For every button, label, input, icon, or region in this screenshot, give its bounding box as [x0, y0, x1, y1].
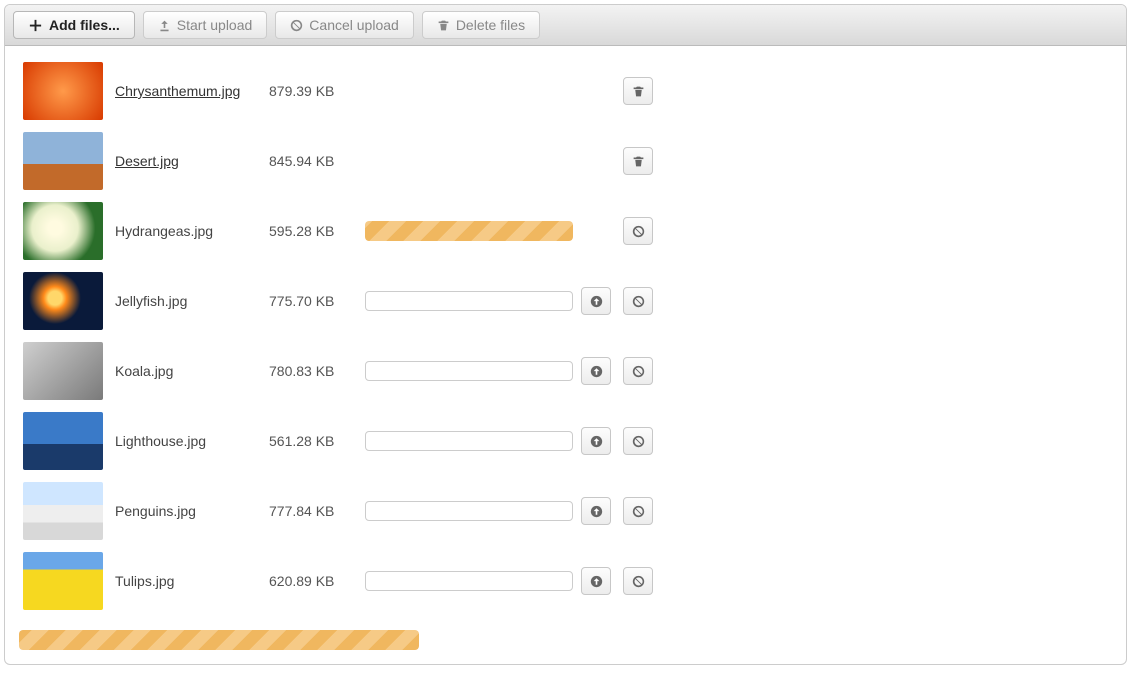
file-progress-bar [365, 361, 573, 381]
file-size: 620.89 KB [269, 573, 334, 589]
start-upload-label: Start upload [177, 17, 253, 33]
trash-icon [632, 155, 645, 168]
file-progress-bar [365, 571, 573, 591]
file-progress-bar [365, 501, 573, 521]
upload-panel: Add files... Start upload Cancel upload … [4, 4, 1127, 665]
toolbar: Add files... Start upload Cancel upload … [5, 5, 1126, 46]
trash-icon [632, 85, 645, 98]
file-cancel-button[interactable] [623, 567, 653, 595]
delete-files-label: Delete files [456, 17, 525, 33]
upload-icon [158, 19, 171, 32]
file-table: Chrysanthemum.jpg 879.39 KB Desert.jpg 845.… [19, 56, 661, 616]
file-start-button[interactable] [581, 357, 611, 385]
cancel-icon [632, 365, 645, 378]
file-cancel-button[interactable] [623, 427, 653, 455]
file-delete-button[interactable] [623, 147, 653, 175]
file-list-body: Chrysanthemum.jpg 879.39 KB Desert.jpg 845.… [5, 46, 1126, 664]
file-row: Hydrangeas.jpg 595.28 KB [19, 196, 661, 266]
file-row: Lighthouse.jpg 561.28 KB [19, 406, 661, 476]
file-size: 780.83 KB [269, 363, 334, 379]
file-start-button[interactable] [581, 567, 611, 595]
file-name: Lighthouse.jpg [115, 433, 206, 449]
file-row: Penguins.jpg 777.84 KB [19, 476, 661, 546]
file-row: Chrysanthemum.jpg 879.39 KB [19, 56, 661, 126]
file-delete-button[interactable] [623, 77, 653, 105]
arrow-up-circle-icon [590, 365, 603, 378]
file-name: Hydrangeas.jpg [115, 223, 213, 239]
file-thumbnail [23, 272, 103, 330]
trash-icon [437, 19, 450, 32]
file-start-button[interactable] [581, 287, 611, 315]
file-name: Jellyfish.jpg [115, 293, 187, 309]
cancel-icon [632, 435, 645, 448]
file-size: 775.70 KB [269, 293, 334, 309]
file-cancel-button[interactable] [623, 217, 653, 245]
file-row: Jellyfish.jpg 775.70 KB [19, 266, 661, 336]
file-progress-bar [365, 431, 573, 451]
file-progress-bar [365, 221, 573, 241]
file-name-link[interactable]: Desert.jpg [115, 153, 179, 169]
plus-icon [28, 18, 43, 33]
file-thumbnail [23, 412, 103, 470]
file-row: Desert.jpg 845.94 KB [19, 126, 661, 196]
file-size: 879.39 KB [269, 83, 334, 99]
add-files-label: Add files... [49, 17, 120, 33]
file-start-button[interactable] [581, 497, 611, 525]
file-name: Tulips.jpg [115, 573, 174, 589]
delete-files-button[interactable]: Delete files [422, 11, 540, 39]
cancel-icon [290, 19, 303, 32]
file-name: Penguins.jpg [115, 503, 196, 519]
file-thumbnail [23, 342, 103, 400]
arrow-up-circle-icon [590, 295, 603, 308]
file-size: 595.28 KB [269, 223, 334, 239]
file-progress-bar [365, 291, 573, 311]
file-thumbnail [23, 482, 103, 540]
start-upload-button[interactable]: Start upload [143, 11, 268, 39]
file-cancel-button[interactable] [623, 497, 653, 525]
file-thumbnail [23, 62, 103, 120]
file-cancel-button[interactable] [623, 357, 653, 385]
arrow-up-circle-icon [590, 435, 603, 448]
file-thumbnail [23, 552, 103, 610]
cancel-icon [632, 575, 645, 588]
file-row: Koala.jpg 780.83 KB [19, 336, 661, 406]
cancel-icon [632, 295, 645, 308]
cancel-upload-label: Cancel upload [309, 17, 399, 33]
cancel-icon [632, 505, 645, 518]
file-progress-fill [365, 221, 573, 241]
file-size: 777.84 KB [269, 503, 334, 519]
overall-progress-bar [19, 630, 419, 650]
file-row: Tulips.jpg 620.89 KB [19, 546, 661, 616]
file-thumbnail [23, 202, 103, 260]
file-start-button[interactable] [581, 427, 611, 455]
file-size: 561.28 KB [269, 433, 334, 449]
file-cancel-button[interactable] [623, 287, 653, 315]
arrow-up-circle-icon [590, 505, 603, 518]
cancel-icon [632, 225, 645, 238]
overall-progress-fill [19, 630, 419, 650]
cancel-upload-button[interactable]: Cancel upload [275, 11, 414, 39]
arrow-up-circle-icon [590, 575, 603, 588]
file-thumbnail [23, 132, 103, 190]
file-name-link[interactable]: Chrysanthemum.jpg [115, 83, 240, 99]
add-files-button[interactable]: Add files... [13, 11, 135, 39]
file-name: Koala.jpg [115, 363, 173, 379]
file-size: 845.94 KB [269, 153, 334, 169]
